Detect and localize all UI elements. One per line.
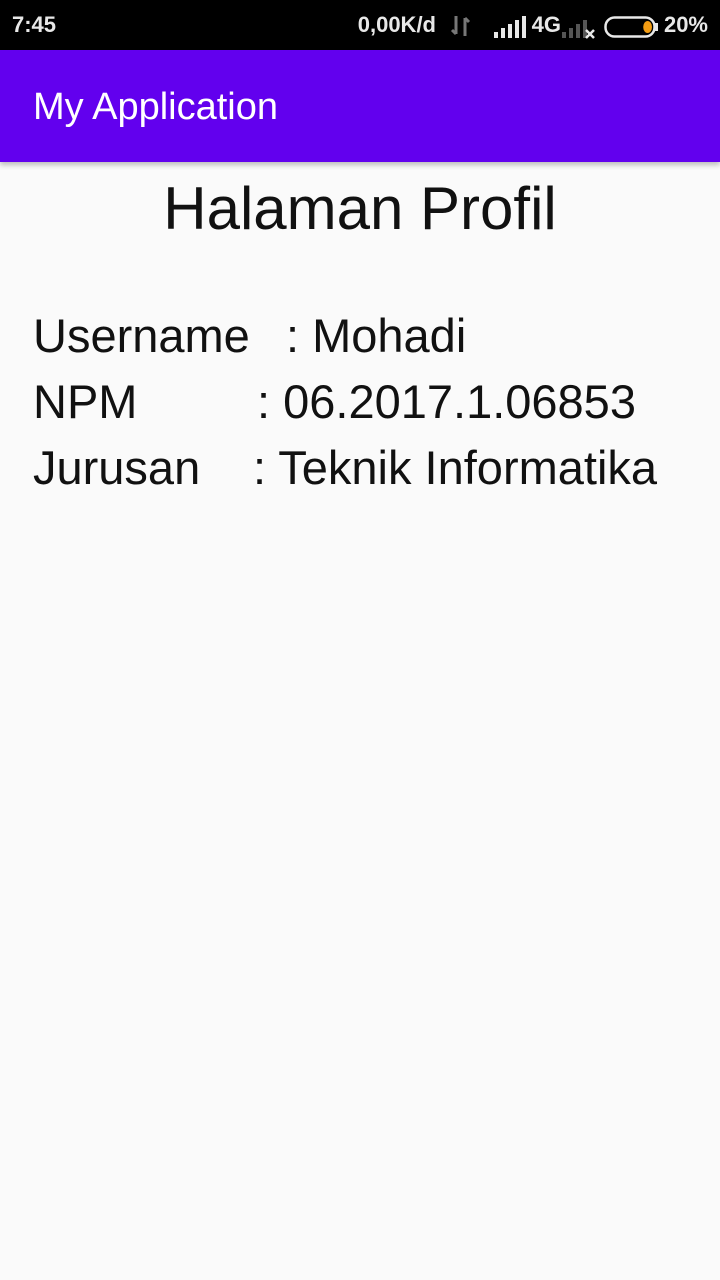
network-type: 4G bbox=[531, 12, 561, 37]
status-time: 7:45 bbox=[12, 12, 57, 37]
app-bar: My Application bbox=[0, 50, 720, 162]
field-value: : Mohadi bbox=[286, 309, 467, 362]
no-signal-icon bbox=[562, 16, 596, 46]
network-speed: 0,00K/d bbox=[357, 12, 436, 37]
page-title: Halaman Profil bbox=[163, 175, 557, 242]
app-title: My Application bbox=[33, 86, 279, 128]
field-value: : 06.2017.1.06853 bbox=[257, 375, 636, 428]
signal-strength-icon bbox=[494, 16, 528, 44]
profile-field-npm: NPM : 06.2017.1.06853 bbox=[33, 374, 636, 434]
field-label: NPM bbox=[33, 375, 138, 428]
data-transfer-icon bbox=[450, 14, 472, 44]
field-label: Username bbox=[33, 309, 250, 362]
battery-percent: 20% bbox=[663, 12, 708, 37]
profile-field-jurusan: Jurusan : Teknik Informatika bbox=[33, 440, 657, 500]
field-label: Jurusan bbox=[33, 441, 201, 494]
battery-icon bbox=[604, 16, 660, 44]
status-bar: 7:45 0,00K/d 4G 20% bbox=[0, 0, 720, 50]
field-value: : Teknik Informatika bbox=[253, 441, 658, 494]
status-icons: 0,00K/d 4G 20% bbox=[288, 12, 708, 40]
profile-field-username: Username : Mohadi bbox=[33, 308, 466, 368]
